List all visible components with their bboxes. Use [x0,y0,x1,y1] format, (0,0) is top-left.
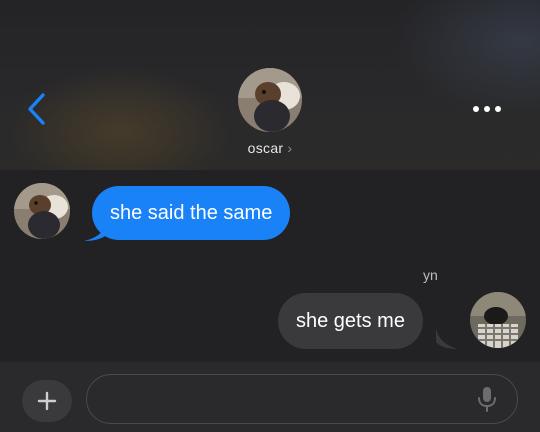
contact-info[interactable]: oscar › [0,68,540,156]
ellipsis-icon[interactable] [468,98,508,120]
composer-bar [0,362,540,432]
sender-avatar[interactable] [14,183,70,239]
chevron-right-icon: › [287,140,293,156]
sender-name: yn [423,267,438,283]
plus-button[interactable] [22,380,72,422]
user-avatar[interactable] [470,292,526,348]
microphone-icon[interactable] [476,386,498,412]
bubble-tail-out [436,328,458,349]
plus-icon [37,391,57,411]
contact-name-row[interactable]: oscar › [248,140,293,156]
message-text: she said the same [110,202,273,224]
message-input[interactable] [86,374,518,424]
contact-name: oscar [247,140,284,156]
contact-avatar[interactable] [238,68,302,132]
message-text: she gets me [296,310,405,332]
chat-header: oscar › [0,0,540,170]
message-thread: she said the same yn she gets me [0,170,540,362]
message-bubble-outgoing[interactable]: she gets me [278,293,423,349]
message-bubble-incoming[interactable]: she said the same [92,186,291,240]
